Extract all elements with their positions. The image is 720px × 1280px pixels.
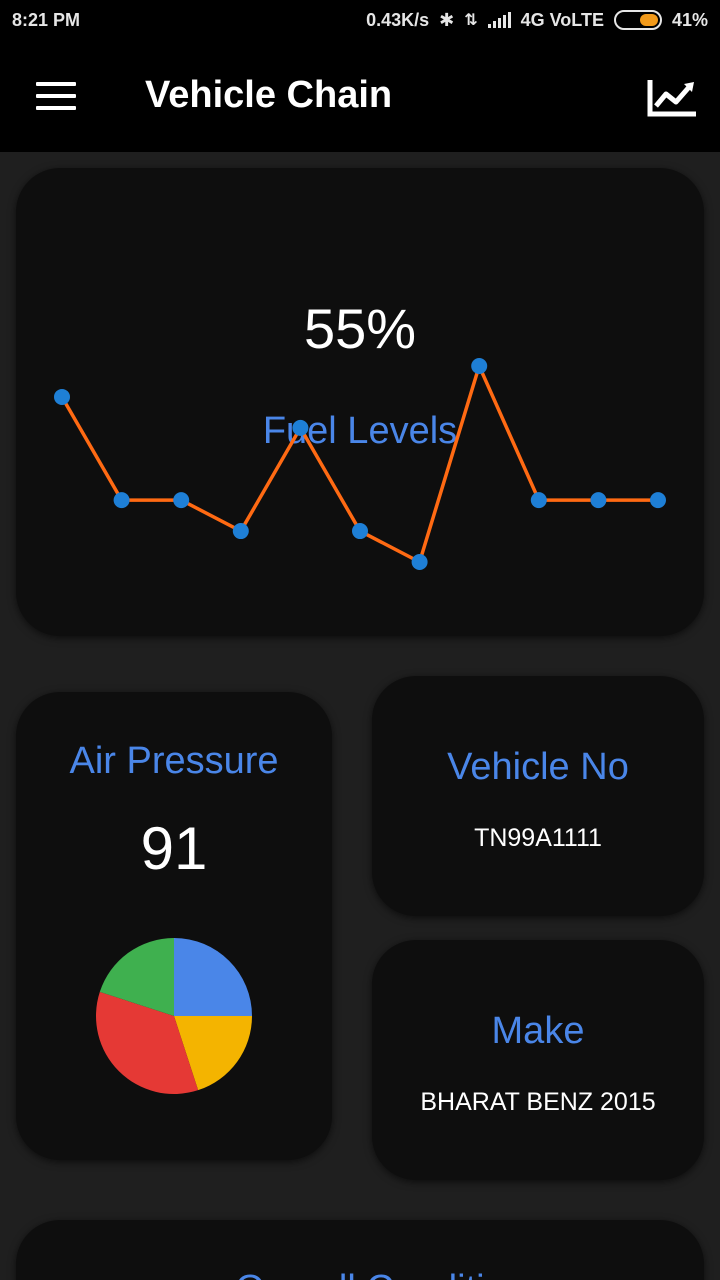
- make-card[interactable]: Make BHARAT BENZ 2015: [372, 940, 704, 1180]
- battery-percent: 41%: [671, 9, 708, 30]
- vehicle-no-title: Vehicle No: [447, 746, 629, 788]
- fuel-data-point: [411, 554, 428, 570]
- status-bar: 8:21 PM 0.43K/s ✱ ⇅ 4G VoLTE 41%: [0, 0, 720, 40]
- data-arrows-icon: ⇅: [464, 12, 478, 29]
- fuel-data-point: [471, 358, 488, 374]
- pie-slice: [174, 938, 252, 1016]
- overall-condition-title: Overall Conditi: [16, 1268, 704, 1280]
- signal-icon: [487, 12, 511, 28]
- vehicle-no-value: TN99A1111: [474, 824, 602, 852]
- vehicle-no-card[interactable]: Vehicle No TN99A1111: [372, 676, 704, 916]
- network-speed: 0.43K/s: [366, 9, 430, 30]
- fuel-data-point: [113, 492, 130, 509]
- make-title: Make: [491, 1010, 585, 1052]
- make-value: BHARAT BENZ 2015: [420, 1088, 656, 1116]
- fuel-data-point: [650, 492, 666, 509]
- app-title: Vehicle Chain: [145, 74, 393, 116]
- fuel-data-point: [54, 388, 70, 405]
- app-bar: Vehicle Chain: [0, 40, 720, 152]
- air-pressure-card[interactable]: Air Pressure 91: [16, 692, 332, 1160]
- fuel-data-point: [173, 492, 190, 509]
- air-pressure-title: Air Pressure: [69, 740, 279, 782]
- battery-icon: [613, 10, 662, 30]
- fuel-data-point: [232, 523, 249, 540]
- fuel-line-chart: [54, 358, 666, 570]
- fuel-data-point: [530, 492, 547, 509]
- fuel-data-point: [352, 523, 368, 540]
- fuel-data-point: [292, 419, 309, 436]
- fuel-levels-card[interactable]: Fuel Levels 55%: [16, 168, 704, 636]
- status-time: 8:21 PM: [12, 9, 81, 30]
- network-type: 4G VoLTE: [520, 9, 604, 30]
- overall-condition-card[interactable]: Overall Conditi: [16, 1220, 704, 1280]
- hamburger-menu-icon[interactable]: [36, 82, 76, 110]
- trending-chart-icon[interactable]: [646, 76, 698, 120]
- air-pressure-pie-chart: [95, 938, 252, 1094]
- air-pressure-value: 91: [140, 815, 208, 882]
- bluetooth-icon: ✱: [439, 9, 455, 30]
- fuel-data-point: [590, 492, 607, 509]
- status-right: 0.43K/s ✱ ⇅ 4G VoLTE 41%: [366, 10, 708, 31]
- screen: 8:21 PM 0.43K/s ✱ ⇅ 4G VoLTE 41% Vehicle…: [0, 0, 720, 1280]
